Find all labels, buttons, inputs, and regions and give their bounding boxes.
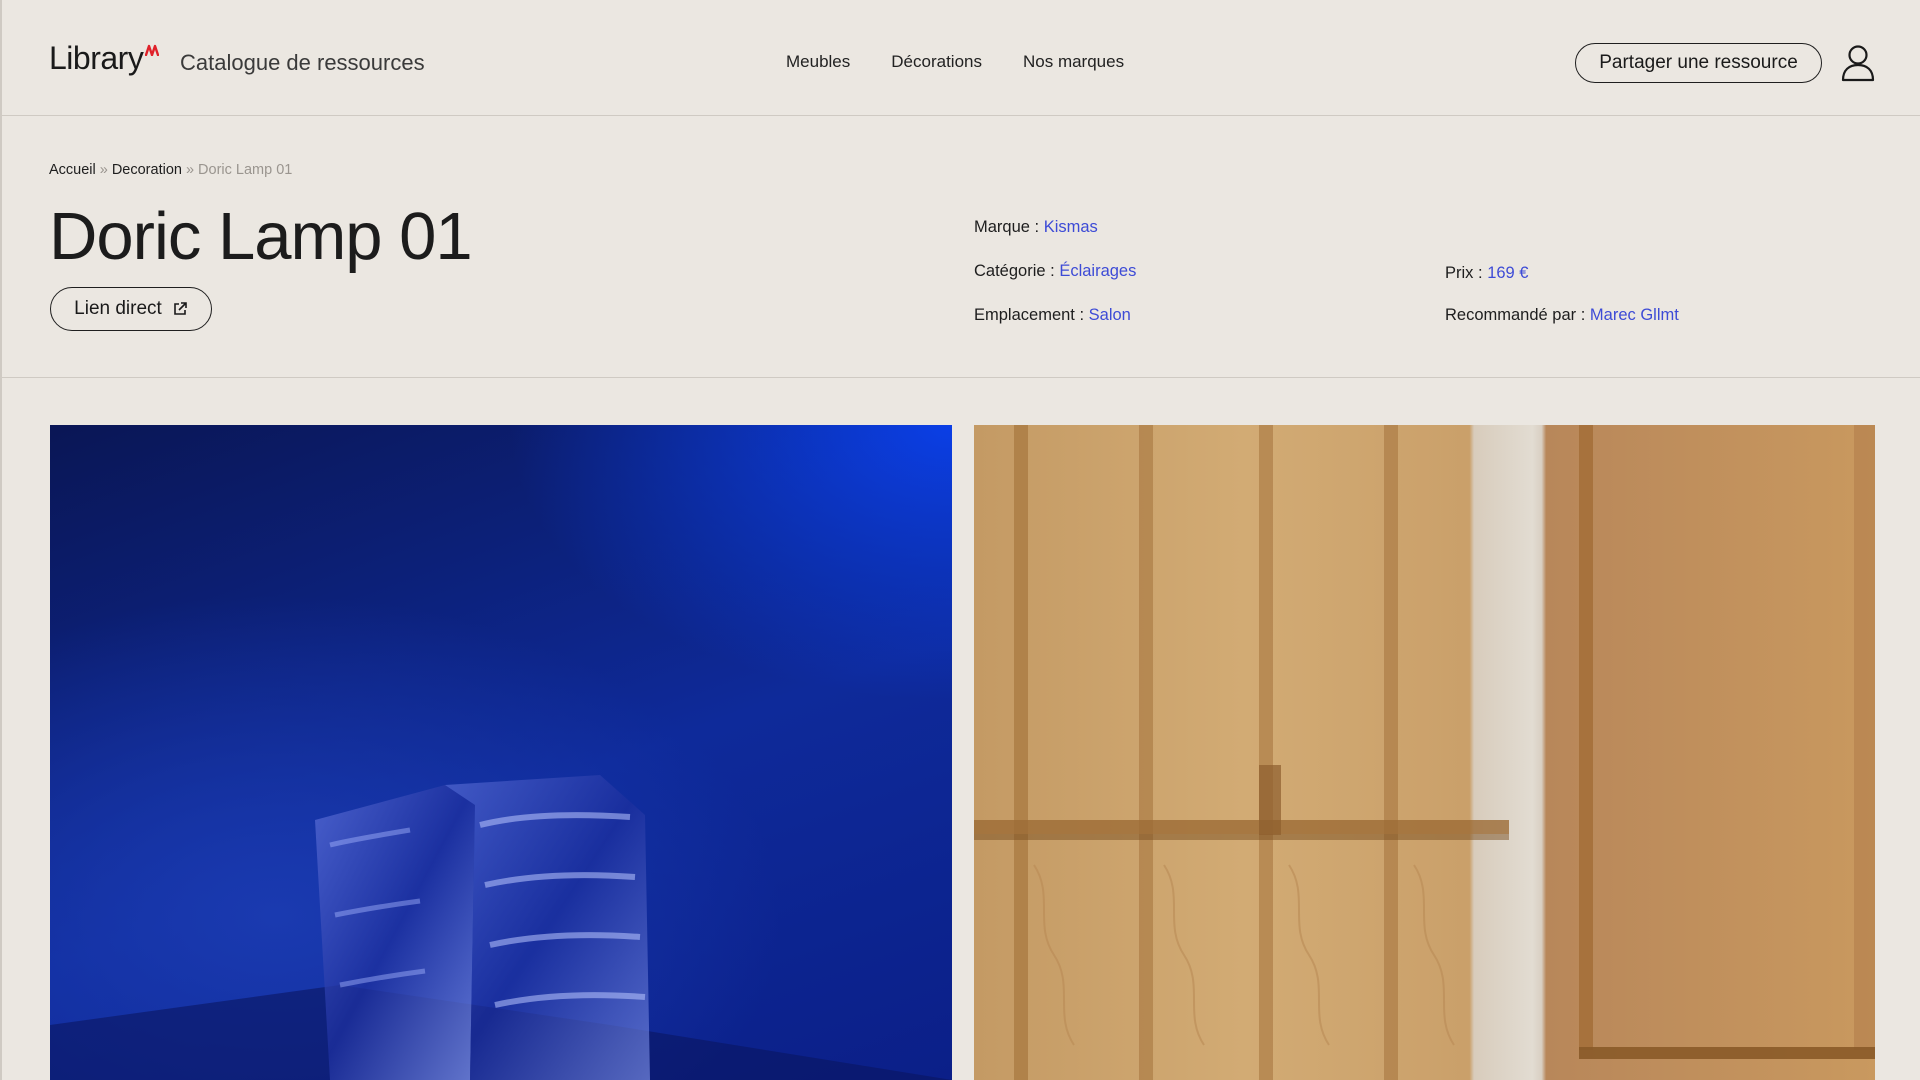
site-tagline: Catalogue de ressources: [180, 50, 425, 75]
logo[interactable]: Library: [49, 40, 160, 77]
nav-item-nos-marques[interactable]: Nos marques: [1023, 52, 1124, 72]
recommended-field: Recommandé par : Marec Gllmt: [1445, 306, 1679, 325]
location-link[interactable]: Salon: [1089, 306, 1131, 324]
category-link[interactable]: Éclairages: [1059, 262, 1136, 280]
recommended-label: Recommandé par :: [1445, 306, 1586, 324]
share-resource-button[interactable]: Partager une ressource: [1575, 43, 1822, 83]
logo-mark-icon: [145, 44, 160, 56]
logo-text: Library: [49, 40, 144, 76]
page-title: Doric Lamp 01: [49, 199, 473, 274]
breadcrumb-separator: »: [185, 162, 195, 178]
nav-item-meubles[interactable]: Meubles: [786, 52, 850, 72]
glass-lamp-illustration: [50, 775, 952, 1080]
breadcrumb-home[interactable]: Accueil: [49, 162, 96, 178]
category-label: Catégorie :: [974, 262, 1055, 280]
page: Library Catalogue de ressources Meubles …: [0, 0, 1920, 1080]
direct-link-button[interactable]: Lien direct: [50, 287, 212, 331]
brand-label: Marque :: [974, 218, 1040, 236]
price-value: 169 €: [1487, 264, 1529, 282]
breadcrumb-current: Doric Lamp 01: [198, 162, 293, 178]
user-icon[interactable]: [1841, 44, 1875, 82]
breadcrumb-separator: »: [99, 162, 108, 178]
breadcrumb: Accueil» Decoration» Doric Lamp 01: [49, 162, 292, 178]
location-field: Emplacement : Salon: [974, 306, 1131, 325]
price-label: Prix :: [1445, 264, 1483, 282]
wood-cabinet-illustration: [974, 425, 1875, 1080]
direct-link-label: Lien direct: [74, 298, 162, 319]
product-image-lamp[interactable]: [50, 425, 952, 1080]
external-link-icon: [174, 302, 187, 315]
price-field: Prix : 169 €: [1445, 264, 1528, 283]
recommended-link[interactable]: Marec Gllmt: [1590, 306, 1679, 324]
product-image-wood-cabinet[interactable]: [974, 425, 1875, 1080]
location-label: Emplacement :: [974, 306, 1085, 324]
breadcrumb-category[interactable]: Decoration: [112, 162, 182, 178]
product-info: Accueil» Decoration» Doric Lamp 01 Doric L…: [2, 117, 1920, 378]
site-header: Library Catalogue de ressources Meubles …: [2, 0, 1920, 116]
brand-field: Marque : Kismas: [974, 218, 1098, 237]
category-field: Catégorie : Éclairages: [974, 262, 1136, 281]
nav-item-decorations[interactable]: Décorations: [891, 52, 982, 72]
brand-link[interactable]: Kismas: [1044, 218, 1098, 236]
main-nav: Meubles Décorations Nos marques: [786, 52, 1124, 72]
